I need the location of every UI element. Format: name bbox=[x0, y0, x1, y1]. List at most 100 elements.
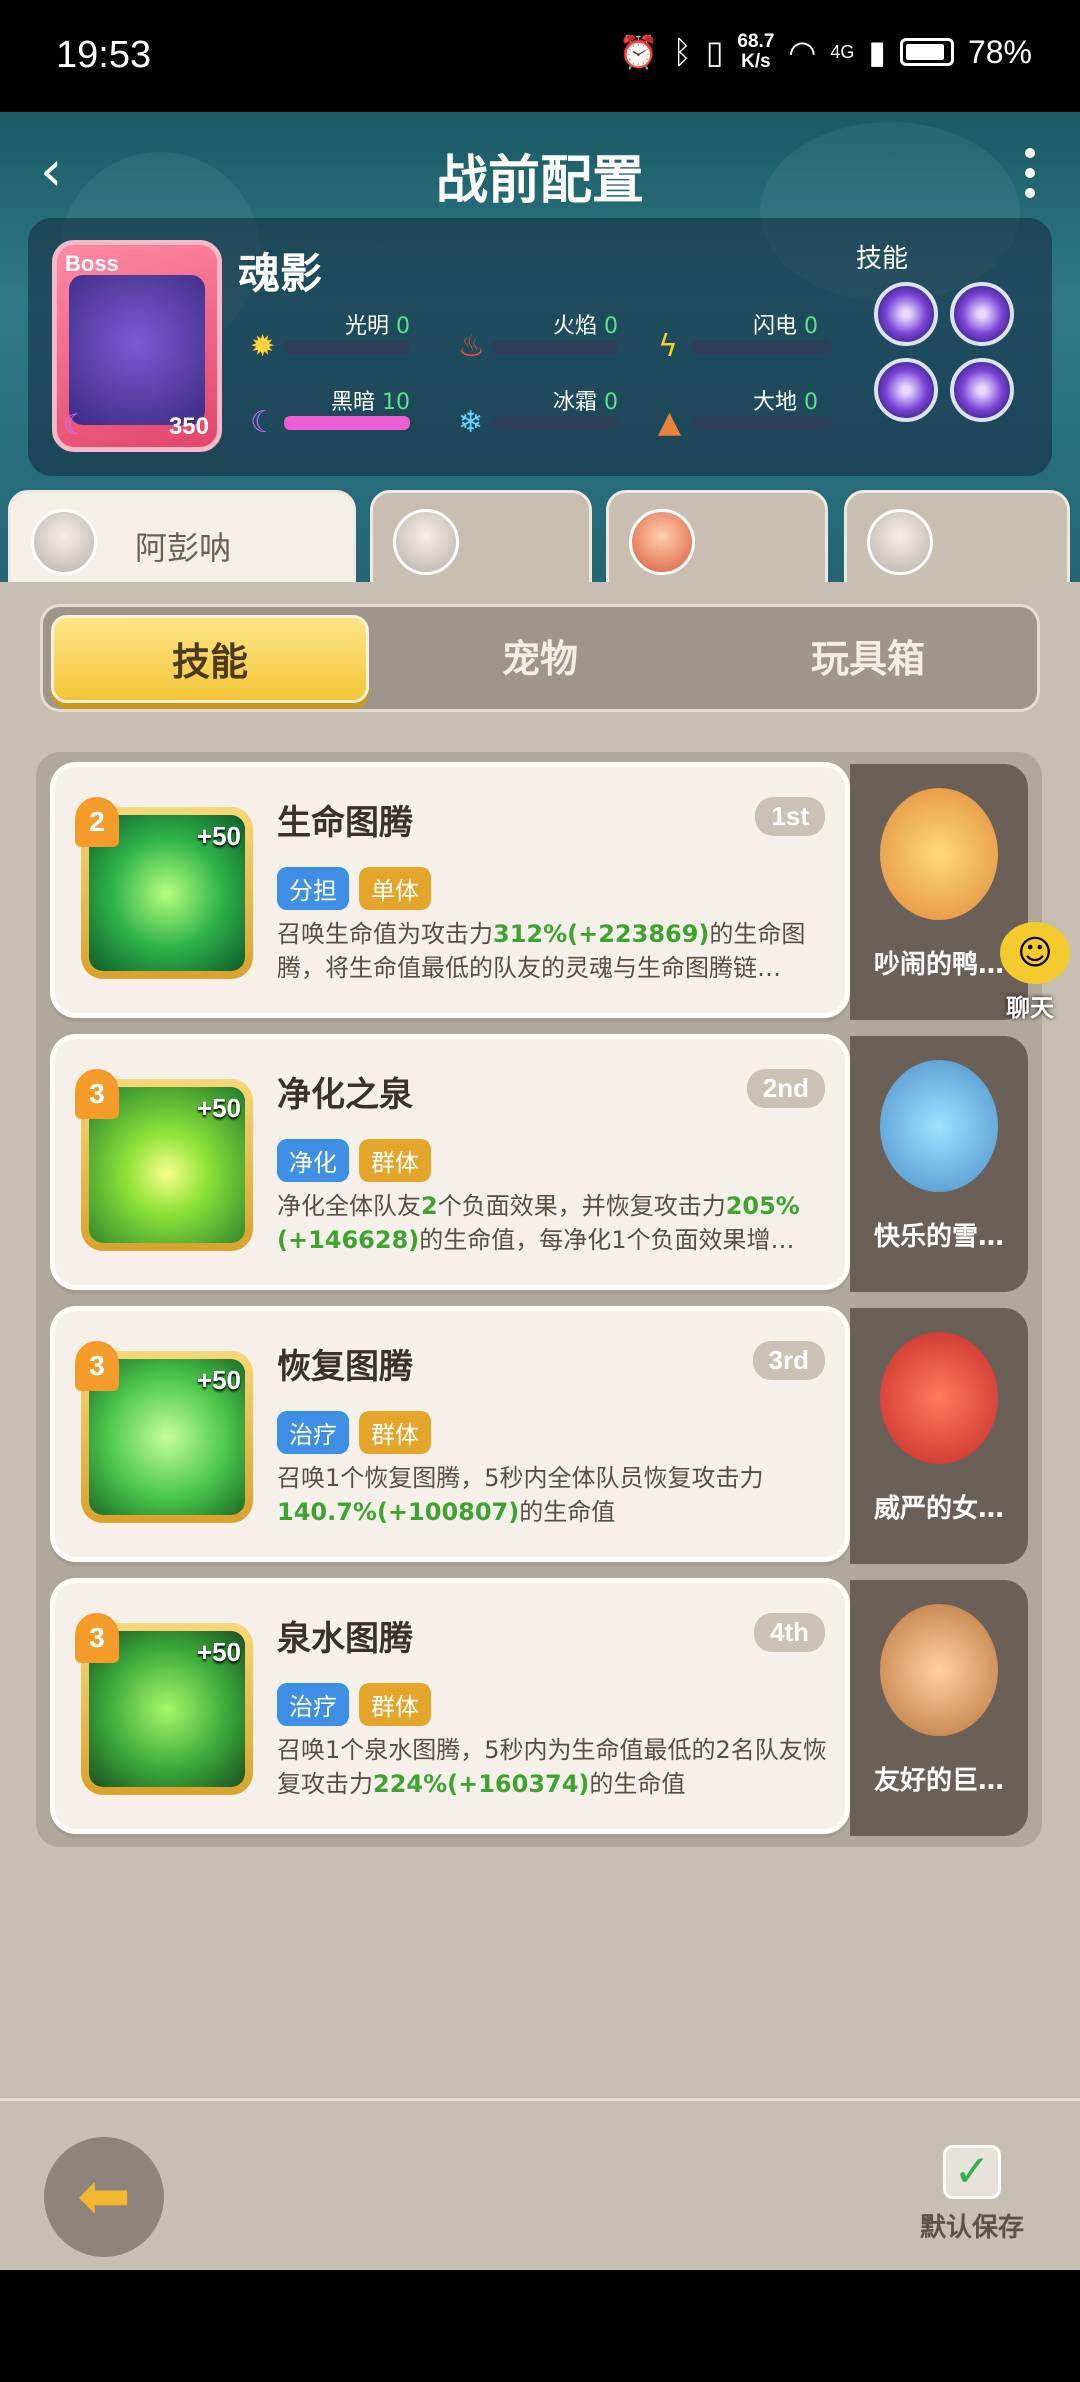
more-icon[interactable] bbox=[1022, 148, 1038, 198]
lightning-icon: ϟ bbox=[658, 329, 678, 364]
skill-tags: 分担 单体 bbox=[277, 867, 431, 910]
pet-image bbox=[880, 1060, 998, 1192]
default-save-label: 默认保存 bbox=[919, 2213, 1024, 2243]
element-bar bbox=[492, 416, 618, 430]
page-title: 战前配置 bbox=[435, 151, 644, 211]
skill-tags: 治疗 群体 bbox=[277, 1683, 431, 1726]
element-bar-filled bbox=[284, 416, 410, 430]
skill-name: 恢复图腾 bbox=[277, 1347, 413, 1387]
boss-name: 魂影 bbox=[238, 249, 323, 298]
skill-name: 净化之泉 bbox=[277, 1075, 413, 1115]
network-speed: 68.7 K/s bbox=[737, 31, 775, 72]
skill-name: 生命图腾 bbox=[277, 803, 413, 843]
chat-label: 聊天 bbox=[1006, 994, 1054, 1022]
sun-icon: ✹ bbox=[250, 329, 276, 364]
skill-description: 召唤1个恢复图腾，5秒内全体队员恢复攻击力140.7%(+100807)的生命值 bbox=[277, 1464, 764, 1526]
pet-image bbox=[880, 788, 998, 920]
tab-skills[interactable]: 技能 bbox=[51, 615, 369, 703]
boss-skill-orb[interactable] bbox=[874, 282, 938, 346]
boss-level: 350 bbox=[168, 413, 209, 440]
boss-skills-label: 技能 bbox=[856, 244, 909, 274]
skill-card[interactable]: +50 3 泉水图腾 4th 治疗 群体 召唤1个泉水图腾，5秒内为生命值最低的… bbox=[50, 1578, 850, 1834]
fire-icon: ♨ bbox=[458, 329, 485, 364]
pet-name: 快乐的雪… bbox=[873, 1222, 1004, 1252]
hero-tabs: 阿彭呐 bbox=[0, 490, 1080, 586]
skill-level: 2 bbox=[75, 797, 119, 847]
signal-icon: ▮ bbox=[868, 34, 886, 70]
pet-image bbox=[880, 1604, 998, 1736]
boss-skill-orb[interactable] bbox=[950, 282, 1014, 346]
chat-button[interactable]: ☺ 聊天 bbox=[986, 922, 1074, 1032]
boss-avatar bbox=[69, 275, 205, 425]
skill-tags: 净化 群体 bbox=[277, 1139, 431, 1182]
status-icons: ⏰ ᛒ ▯ 68.7 K/s ◠ 4G ▮ 78% bbox=[619, 32, 1032, 72]
tab-toybox[interactable]: 玩具箱 bbox=[709, 615, 1027, 703]
pet-slot[interactable]: 威严的女… bbox=[850, 1308, 1028, 1564]
status-time: 19:53 bbox=[56, 34, 152, 76]
hero-avatar bbox=[867, 509, 933, 575]
element-bar bbox=[284, 340, 410, 354]
checkbox-icon: ✓ bbox=[943, 2145, 1001, 2199]
skill-description: 召唤1个泉水图腾，5秒内为生命值最低的2名队友恢复攻击力224%(+160374… bbox=[277, 1736, 827, 1798]
earth-icon: ▲ bbox=[658, 405, 682, 440]
back-button[interactable]: ⬅ bbox=[44, 2137, 164, 2257]
skill-list: +50 2 生命图腾 1st 分担 单体 召唤生命值为攻击力312%(+2238… bbox=[36, 752, 1042, 1847]
snowflake-icon: ❄ bbox=[458, 405, 484, 440]
skill-description: 净化全体队友2个负面效果，并恢复攻击力205%(+146628)的生命值，每净化… bbox=[277, 1192, 800, 1254]
footer-bar: ⬅ ✓ 默认保存 bbox=[0, 2098, 1080, 2270]
alarm-icon: ⏰ bbox=[618, 34, 659, 70]
skill-tag: 治疗 bbox=[277, 1683, 349, 1726]
skill-rank: 3rd bbox=[752, 1341, 825, 1380]
skill-rank: 4th bbox=[754, 1613, 825, 1652]
pet-slot[interactable]: 快乐的雪… bbox=[850, 1036, 1028, 1292]
skill-tag: 净化 bbox=[277, 1139, 349, 1182]
wifi-icon: ◠ bbox=[788, 34, 817, 70]
element-bar bbox=[692, 416, 832, 430]
skill-card[interactable]: +50 3 恢复图腾 3rd 治疗 群体 召唤1个恢复图腾，5秒内全体队员恢复攻… bbox=[50, 1306, 850, 1562]
bluetooth-icon: ᛒ bbox=[672, 33, 692, 70]
skill-level: 3 bbox=[75, 1613, 119, 1663]
pet-slot[interactable]: 友好的巨… bbox=[850, 1580, 1028, 1836]
skill-tag: 治疗 bbox=[277, 1411, 349, 1454]
hero-avatar bbox=[31, 509, 97, 575]
battery-percent: 78% bbox=[967, 33, 1032, 70]
skill-tag: 群体 bbox=[359, 1411, 431, 1454]
skill-tag: 分担 bbox=[277, 867, 349, 910]
hero-name: 阿彭呐 bbox=[135, 529, 232, 567]
pet-image bbox=[880, 1332, 998, 1464]
pet-name: 威严的女… bbox=[873, 1494, 1004, 1524]
hero-avatar bbox=[629, 509, 695, 575]
skill-card[interactable]: +50 2 生命图腾 1st 分担 单体 召唤生命值为攻击力312%(+2238… bbox=[50, 762, 850, 1018]
boss-portrait[interactable]: Boss ☾ 350 bbox=[52, 240, 222, 452]
main-panel: 技能 宠物 玩具箱 +50 2 生命图腾 1st 分担 单体 召唤生命值为攻击力… bbox=[0, 582, 1080, 2102]
battery-icon bbox=[899, 38, 954, 66]
tab-pets[interactable]: 宠物 bbox=[381, 615, 699, 703]
hero-tab[interactable]: 阿彭呐 bbox=[8, 490, 356, 586]
status-bar: 19:53 ⏰ ᛒ ▯ 68.7 K/s ◠ 4G ▮ 78% bbox=[0, 0, 1080, 112]
network-type: 4G bbox=[830, 41, 855, 62]
hero-avatar bbox=[393, 509, 459, 575]
skill-level: 3 bbox=[75, 1341, 119, 1391]
element-bar bbox=[692, 340, 832, 354]
boss-skill-orb[interactable] bbox=[950, 358, 1014, 422]
boss-card: Boss ☾ 350 魂影 ✹ 光明 0 ♨ 火焰 0 ϟ 闪电 0 ☾ 黑暗 … bbox=[28, 218, 1052, 476]
pet-name: 友好的巨… bbox=[873, 1766, 1004, 1796]
moon-icon: ☾ bbox=[250, 405, 277, 440]
segment-control: 技能 宠物 玩具箱 bbox=[40, 604, 1040, 712]
hero-tab[interactable] bbox=[606, 490, 828, 586]
skill-rank: 2nd bbox=[746, 1069, 825, 1108]
default-save-toggle[interactable]: ✓ 默认保存 bbox=[892, 2145, 1052, 2244]
hero-tab[interactable] bbox=[370, 490, 592, 586]
skill-description: 召唤生命值为攻击力312%(+223869)的生命图腾，将生命值最低的队友的灵魂… bbox=[277, 920, 806, 982]
skill-tag: 群体 bbox=[359, 1139, 431, 1182]
moon-icon: ☾ bbox=[63, 408, 89, 441]
boss-badge: Boss bbox=[65, 251, 119, 276]
skill-tag: 群体 bbox=[359, 1683, 431, 1726]
boss-skills: 技能 bbox=[844, 238, 1024, 275]
skill-card[interactable]: +50 3 净化之泉 2nd 净化 群体 净化全体队友2个负面效果，并恢复攻击力… bbox=[50, 1034, 850, 1290]
chat-icon: ☺ bbox=[1000, 922, 1070, 984]
hero-tab[interactable] bbox=[844, 490, 1070, 586]
element-bar bbox=[492, 340, 618, 354]
boss-skill-orb[interactable] bbox=[874, 358, 938, 422]
arrow-left-icon: ⬅ bbox=[77, 2160, 131, 2234]
